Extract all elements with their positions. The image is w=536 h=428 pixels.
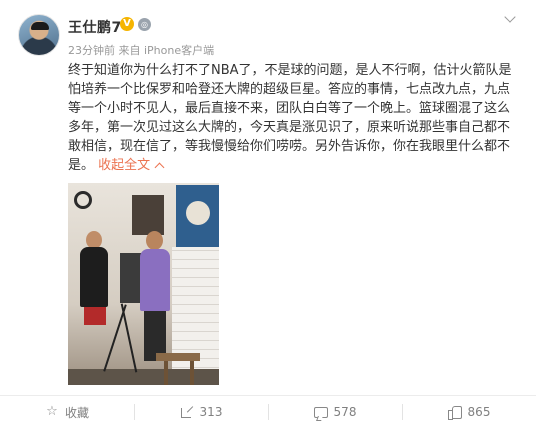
weibo-post-card: 王仕鹏7 V ◎ 23分钟前 来自 iPhone客户端 终于知道你为什么打不了N… xyxy=(0,0,536,428)
post-body-line: 多年，第一次见过这么大牌的，今天真是涨见识了，原来听说那些事自己都不 xyxy=(68,120,511,135)
post-body-line: 怕培养一个比保罗和哈登还大牌的超级巨星。答应的事情，七点改九点，九点 xyxy=(68,82,511,97)
post-source: 来自 iPhone客户端 xyxy=(118,44,215,57)
post-body-line: 终于知道你为什么打不了NBA了，不是球的问题，是人不行啊，估计火箭队是 xyxy=(68,63,512,78)
star-icon: ☆ xyxy=(46,404,58,419)
repost-button[interactable]: 313 xyxy=(134,396,268,428)
collapse-label: 收起全文 xyxy=(98,158,151,173)
share-icon xyxy=(180,405,194,419)
comment-icon xyxy=(313,406,328,418)
post-body-last-line: 是。 收起全文 xyxy=(68,156,520,175)
post-meta: 23分钟前 来自 iPhone客户端 xyxy=(68,42,214,58)
avatar[interactable] xyxy=(18,14,60,56)
chevron-up-icon xyxy=(154,162,165,173)
level-badge-icon: ◎ xyxy=(138,18,151,31)
post-time[interactable]: 23分钟前 xyxy=(68,44,115,57)
repost-count: 313 xyxy=(199,405,223,419)
post-image[interactable] xyxy=(68,183,219,385)
like-button[interactable]: 865 xyxy=(402,396,536,428)
post-body-tail: 是。 xyxy=(68,158,95,173)
verified-badge-icon: V xyxy=(120,17,134,31)
collapse-text-link[interactable]: 收起全文 xyxy=(98,158,165,173)
post-body-line: 等一个小时不见人，最后直接不来，团队白白等了一个晚上。篮球圈混了这么 xyxy=(68,101,511,116)
thumbs-up-icon xyxy=(447,405,462,420)
like-count: 865 xyxy=(467,405,491,419)
post-body-line: 敢相信，现在信了，等我慢慢给你们唠唠。另外告诉你，你在我眼里什么都不 xyxy=(68,139,511,154)
author-name[interactable]: 王仕鹏7 xyxy=(68,17,122,37)
comment-button[interactable]: 578 xyxy=(268,396,402,428)
post-body: 终于知道你为什么打不了NBA了，不是球的问题，是人不行啊，估计火箭队是 怕培养一… xyxy=(68,61,520,175)
favorite-button[interactable]: ☆ 收藏 xyxy=(0,396,134,428)
favorite-label: 收藏 xyxy=(64,405,89,420)
chevron-down-icon[interactable] xyxy=(503,13,517,27)
comment-count: 578 xyxy=(333,405,357,419)
